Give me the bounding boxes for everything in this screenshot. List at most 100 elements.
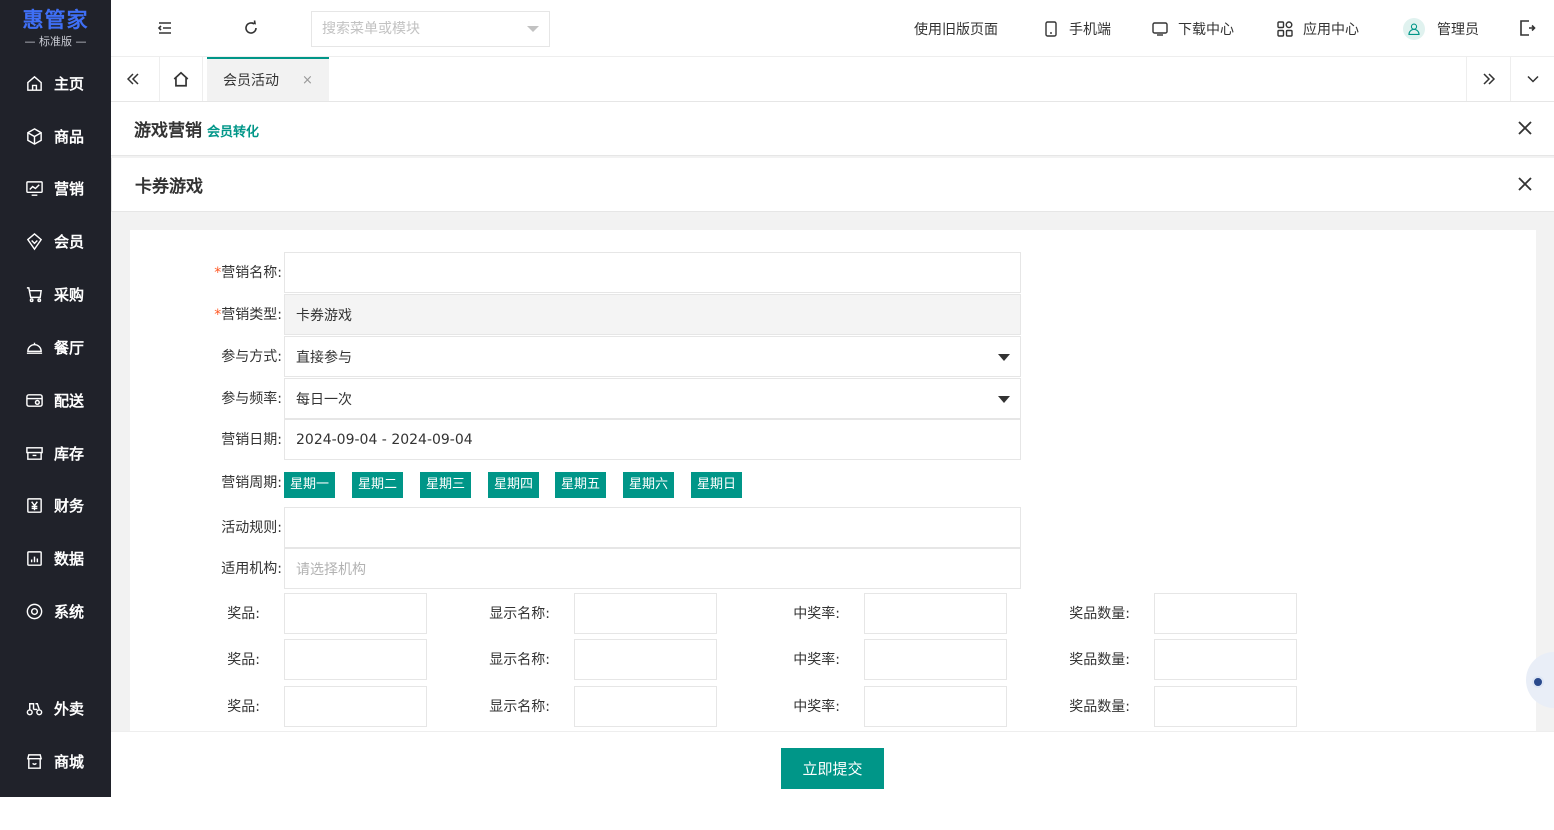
sidebar-item-delivery[interactable]: 配送 [0,380,111,420]
sidebar-item-home[interactable]: 主页 [0,63,111,103]
cloche-icon [26,342,43,354]
select-value: 每日一次 [296,391,352,408]
sidebar-item-system[interactable]: 系统 [0,591,111,631]
participation-frequency-select[interactable]: 每日一次 [284,378,1021,419]
sidebar-item-label: 外卖 [54,699,85,718]
chevron-down-icon[interactable] [527,26,539,32]
prize-row: 奖品: 显示名称: 中奖率: 奖品数量: [130,593,1330,635]
weekday-thu[interactable]: 星期四 [488,472,540,498]
phone-icon [1045,20,1057,37]
sidebar-item-purchase[interactable]: 采购 [0,274,111,314]
prize-qty-input[interactable] [1154,686,1297,727]
download-center-link[interactable]: 下载中心 [1151,0,1234,57]
form-row-type: *营销类型: 卡券游戏 [130,294,1030,336]
win-rate-input[interactable] [864,639,1007,680]
app-center-link[interactable]: 应用中心 [1276,0,1359,57]
weekday-fri[interactable]: 星期五 [555,472,607,498]
search-input[interactable] [322,21,527,37]
sidebar-item-label: 营销 [54,179,85,198]
organization-select[interactable]: 请选择机构 [284,548,1021,589]
display-name-label: 显示名称: [489,652,550,668]
select-value: 直接参与 [296,349,352,366]
close-panel-button[interactable] [1516,119,1534,137]
win-rate-input[interactable] [864,593,1007,634]
sidebar-item-marketing[interactable]: 营销 [0,168,111,208]
marketing-date-input[interactable]: 2024-09-04 - 2024-09-04 [284,419,1021,460]
weekday-tue[interactable]: 星期二 [352,472,404,498]
user-name: 管理员 [1437,21,1479,38]
field-label: 参与频率: [221,391,282,407]
tabs-scroll-left[interactable] [111,57,155,101]
weekday-sun[interactable]: 星期日 [691,472,743,498]
sidebar-item-goods[interactable]: 商品 [0,116,111,156]
logout-icon[interactable] [1517,18,1537,38]
user-menu[interactable]: 管理员 [1403,0,1479,57]
page-subtitle: 会员转化 [207,124,260,140]
prize-qty-input[interactable] [1154,593,1297,634]
display-name-input[interactable] [574,639,717,680]
prize-input[interactable] [284,639,427,680]
weekday-sat[interactable]: 星期六 [623,472,675,498]
mobile-label: 手机端 [1069,21,1111,38]
collapse-menu-icon[interactable] [155,18,175,38]
logo-edition: — 标准版 — [24,35,87,48]
shop-icon [26,753,43,769]
yen-icon [27,497,42,513]
marketing-name-input[interactable] [284,252,1021,293]
activity-rules-input[interactable] [284,507,1021,548]
sidebar-item-member[interactable]: 会员 [0,221,111,261]
close-dialog-button[interactable] [1516,175,1534,193]
sidebar-item-label: 主页 [54,74,85,93]
prize-input[interactable] [284,686,427,727]
bar-chart-icon [27,550,42,566]
double-chevron-right-icon [1482,73,1495,85]
prize-qty-label: 奖品数量: [1069,606,1130,622]
form-row-mode: 参与方式: 直接参与 [130,336,1030,378]
weekday-wed[interactable]: 星期三 [420,472,472,498]
win-rate-label: 中奖率: [793,652,840,668]
sidebar-item-mall[interactable]: 商城 [0,741,111,781]
prize-qty-input[interactable] [1154,639,1297,680]
sidebar-item-data[interactable]: 数据 [0,538,111,578]
download-label: 下载中心 [1178,21,1234,38]
old-version-link[interactable]: 使用旧版页面 [914,0,998,57]
logo[interactable]: 惠管家 — 标准版 — [0,0,111,57]
sidebar-item-label: 配送 [54,391,85,410]
tabs-more[interactable] [1510,57,1554,101]
field-label: 营销日期: [221,432,282,448]
prize-row: 奖品: 显示名称: 中奖率: 奖品数量: [130,639,1330,681]
apps-label: 应用中心 [1303,21,1359,38]
form-row-frequency: 参与频率: 每日一次 [130,378,1030,420]
sidebar-item-restaurant[interactable]: 餐厅 [0,327,111,367]
dropdown-arrow-icon [998,354,1010,361]
display-name-label: 显示名称: [489,699,550,715]
monitor-icon [1152,21,1168,36]
form-row-org: 适用机构: 请选择机构 [130,548,1030,590]
weekday-mon[interactable]: 星期一 [284,472,336,498]
close-icon[interactable]: × [302,73,313,88]
close-icon [1518,177,1532,191]
monitor-chart-icon [26,180,43,196]
tab-member-activity[interactable]: 会员活动 × [207,57,329,101]
display-name-input[interactable] [574,593,717,634]
field-label: *营销名称: [214,265,282,281]
win-rate-label: 中奖率: [793,699,840,715]
user-icon [1408,23,1420,35]
participation-mode-select[interactable]: 直接参与 [284,336,1021,377]
submit-button[interactable]: 立即提交 [781,748,884,789]
prize-input[interactable] [284,593,427,634]
module-search[interactable] [311,11,550,47]
diamond-icon [26,232,43,250]
win-rate-input[interactable] [864,686,1007,727]
tabs-scroll-right[interactable] [1466,57,1510,101]
display-name-input[interactable] [574,686,717,727]
sidebar-item-inventory[interactable]: 库存 [0,433,111,473]
refresh-icon[interactable] [241,18,261,38]
logo-name: 惠管家 [22,8,89,32]
mobile-link[interactable]: 手机端 [1042,0,1111,57]
home-tab[interactable] [159,57,203,101]
inner-panel-header: 卡券游戏 [111,158,1554,212]
sidebar-item-finance[interactable]: 财务 [0,485,111,525]
sidebar-item-takeout[interactable]: 外卖 [0,688,111,728]
home-icon [173,71,189,87]
